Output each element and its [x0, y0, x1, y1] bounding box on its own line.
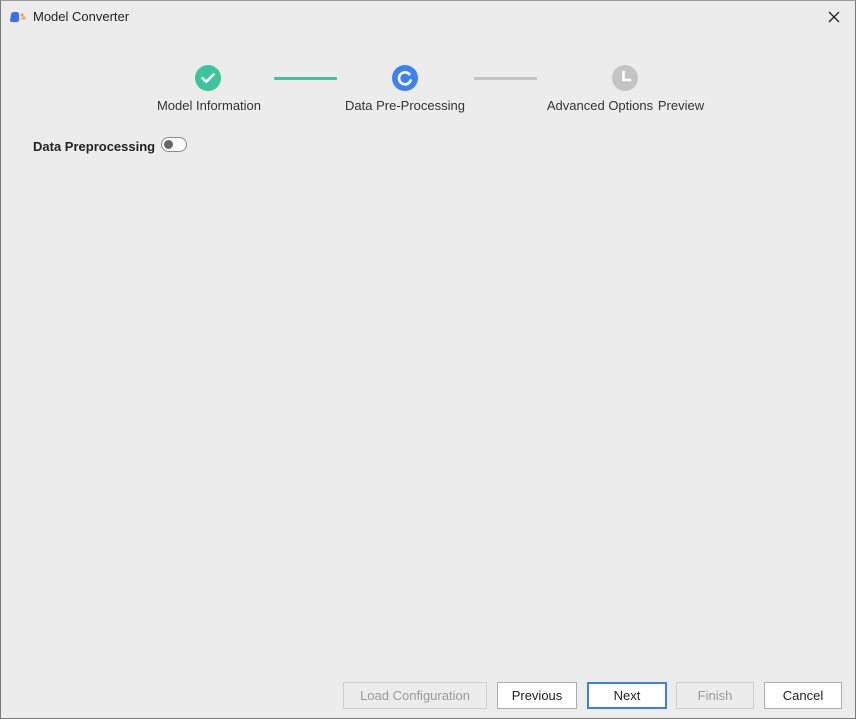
data-preprocessing-label: Data Preprocessing	[33, 138, 156, 154]
step-data-preprocessing-indicator	[392, 65, 418, 91]
cancel-button[interactable]: Cancel	[764, 682, 842, 709]
step-model-information-label: Model Information	[156, 98, 262, 113]
model-converter-app-icon	[9, 10, 27, 24]
step-preview-label: Preview	[657, 98, 705, 113]
close-icon	[828, 11, 840, 23]
title-bar: Model Converter	[1, 1, 855, 33]
data-preprocessing-row: Data Preprocessing	[33, 137, 155, 155]
clock-icon	[612, 65, 638, 91]
load-configuration-button[interactable]: Load Configuration	[343, 682, 487, 709]
model-converter-window: Model Converter Model Information Data P…	[0, 0, 856, 719]
step-model-information-indicator	[195, 65, 221, 91]
check-icon	[195, 65, 221, 91]
toggle-knob	[164, 140, 173, 149]
step-advanced-options-indicator	[612, 65, 638, 91]
data-preprocessing-toggle[interactable]	[161, 137, 187, 152]
step-connector-completed	[274, 77, 337, 80]
previous-button[interactable]: Previous	[497, 682, 577, 709]
step-connector-pending	[474, 77, 537, 80]
step-advanced-options-label: Advanced Options	[546, 98, 654, 113]
window-title: Model Converter	[33, 9, 130, 24]
finish-button[interactable]: Finish	[676, 682, 754, 709]
close-button[interactable]	[823, 6, 845, 28]
next-button[interactable]: Next	[587, 682, 667, 709]
wizard-stepper: Model Information Data Pre-Processing Ad…	[1, 61, 855, 121]
step-data-preprocessing-label: Data Pre-Processing	[345, 98, 465, 113]
spinner-icon	[392, 65, 418, 91]
